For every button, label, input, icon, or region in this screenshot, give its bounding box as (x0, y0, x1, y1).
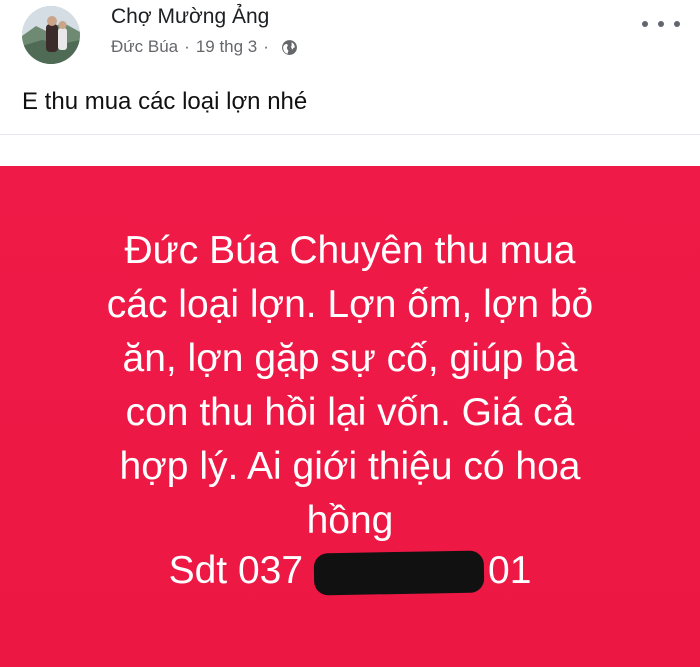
phone-number: Sdt 037 01 (0, 544, 700, 598)
post-date[interactable]: 19 thg 3 (196, 37, 257, 57)
image-text-line: các loại lợn. Lợn ốm, lợn bỏ (106, 283, 594, 326)
more-dot (642, 21, 648, 27)
group-name[interactable]: Chợ Mường Ảng (111, 5, 269, 29)
meta-separator: · (263, 37, 269, 56)
divider (0, 134, 700, 135)
author-name[interactable]: Đức Búa (111, 37, 178, 57)
globe-icon[interactable] (281, 39, 298, 56)
post-meta: Đức Búa · 19 thg 3 · (111, 37, 298, 57)
image-text: Đức Búa Chuyên thu mua các loại lợn. Lợn… (0, 224, 700, 548)
phone-label: Sdt 037 (168, 549, 304, 592)
post-header: Chợ Mường Ảng Đức Búa · 19 thg 3 · (0, 0, 700, 80)
image-text-line: con thu hồi lại vốn. Giá cả (125, 391, 575, 434)
more-dot (658, 21, 664, 27)
image-text-line: ăn, lợn gặp sự cố, giúp bà (122, 337, 578, 380)
redaction-mark (313, 550, 484, 596)
image-text-line: hồng (306, 499, 394, 542)
more-options-icon[interactable] (642, 14, 680, 34)
meta-separator: · (184, 37, 190, 56)
post-image[interactable]: Đức Búa Chuyên thu mua các loại lợn. Lợn… (0, 166, 700, 667)
phone-number-wrap: Sdt 037 01 (168, 544, 532, 598)
image-text-line: hợp lý. Ai giới thiệu có hoa (119, 445, 581, 488)
image-text-line: Đức Búa Chuyên thu mua (124, 229, 576, 272)
group-avatar[interactable] (22, 6, 80, 64)
post-text: E thu mua các loại lợn nhé (22, 88, 308, 115)
phone-end: 01 (488, 549, 532, 592)
avatar-photo (22, 6, 80, 64)
more-dot (674, 21, 680, 27)
